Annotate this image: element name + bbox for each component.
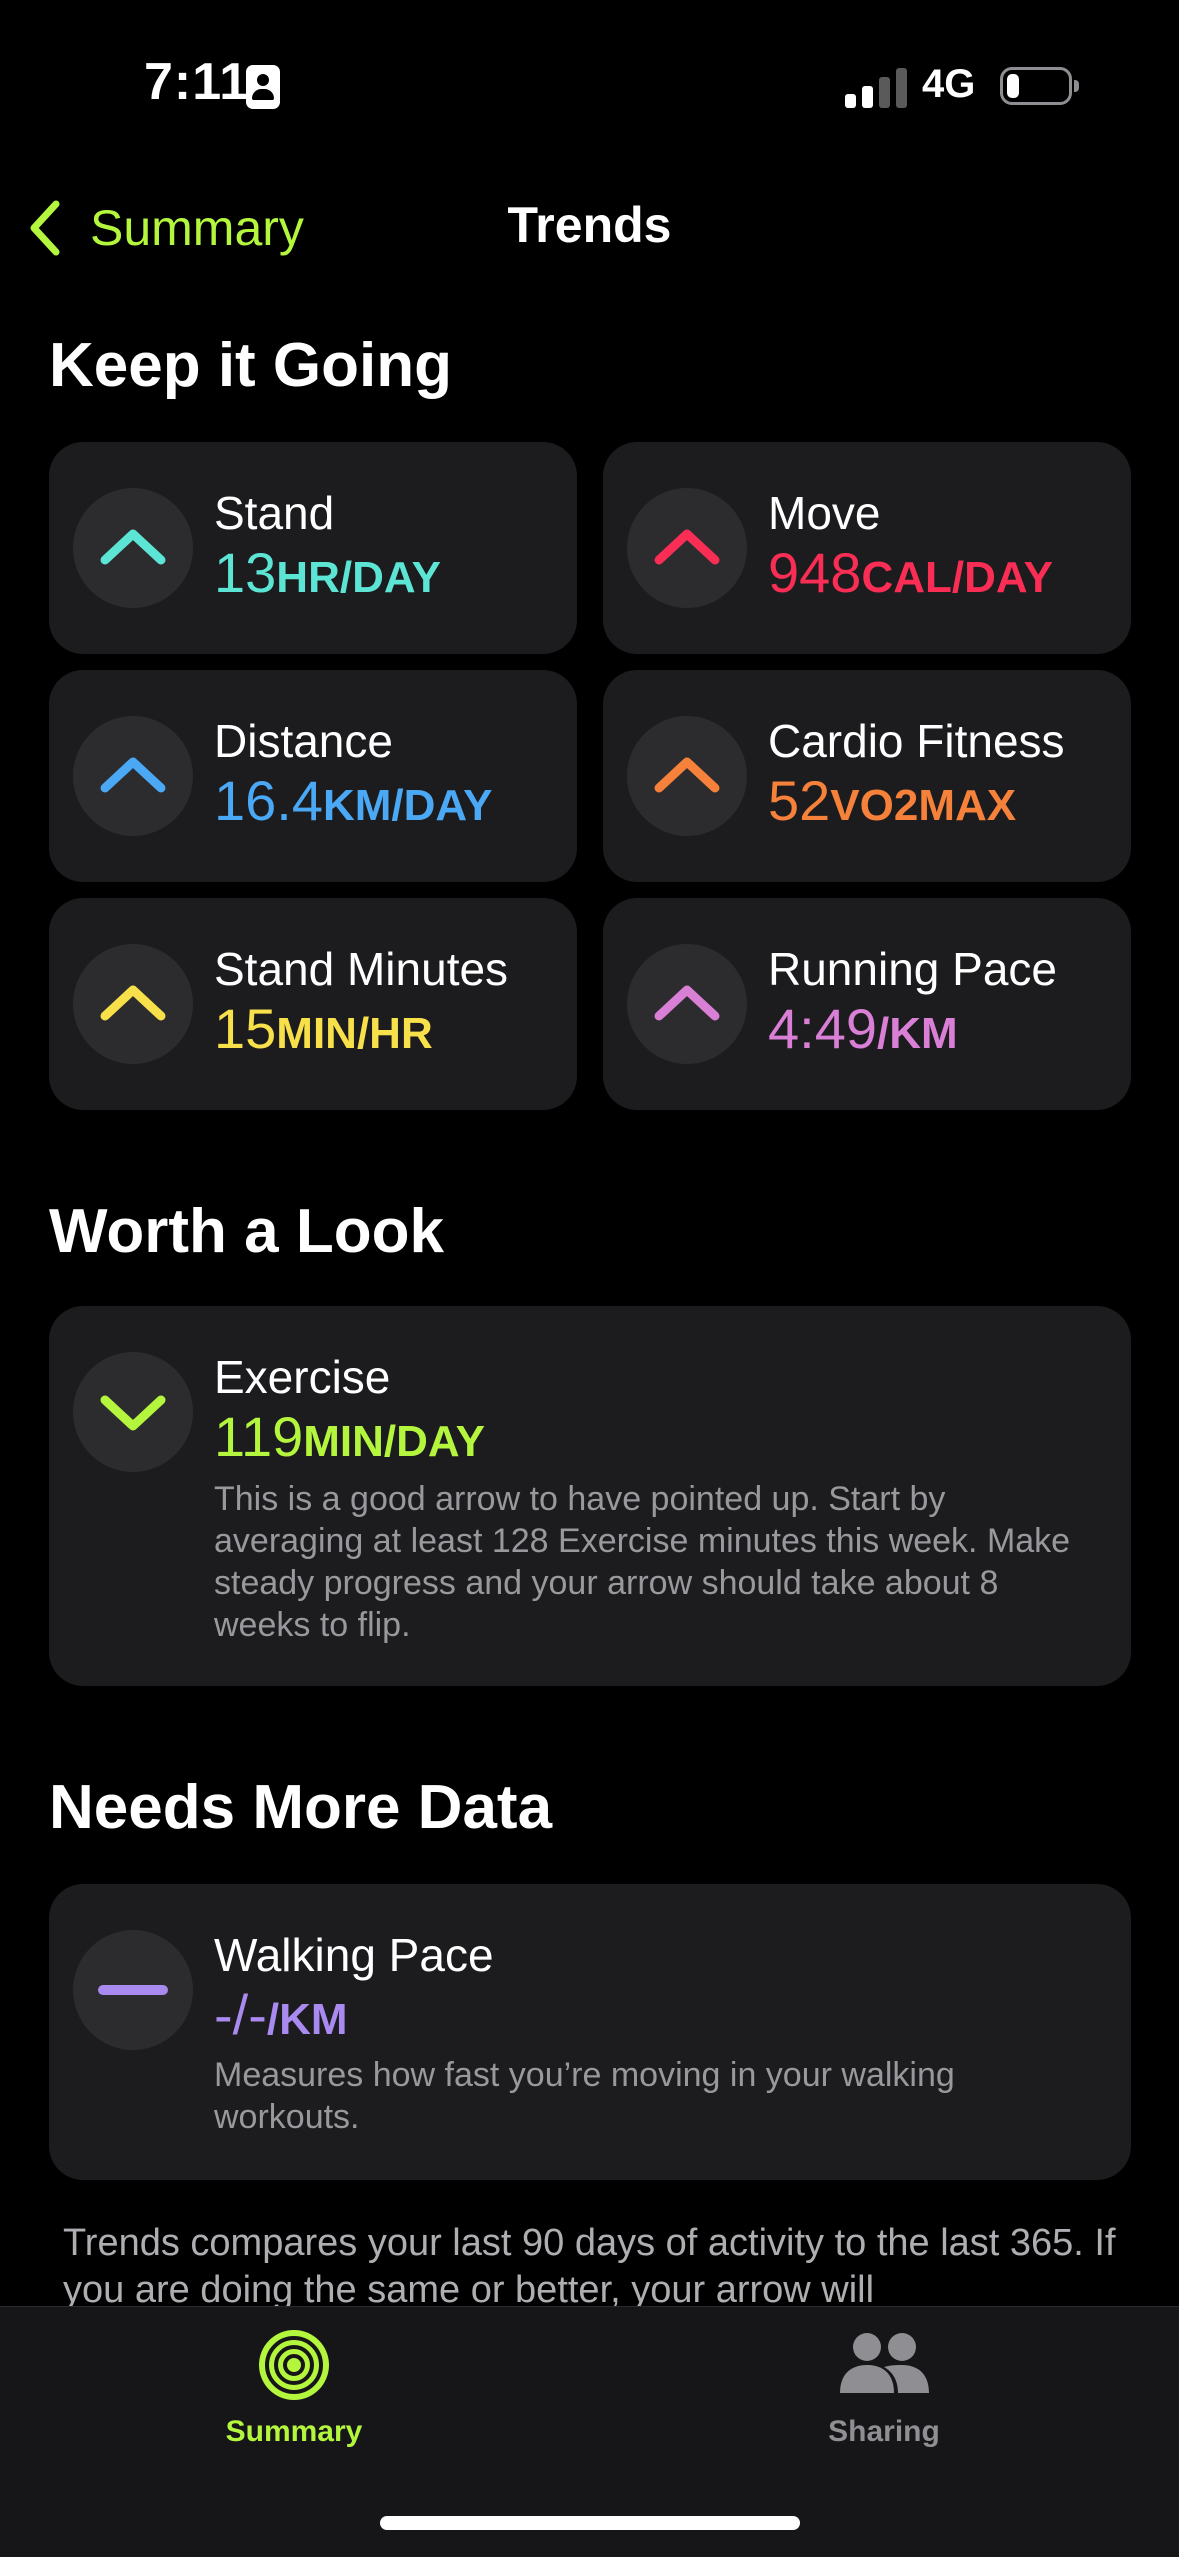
- move-trend-card[interactable]: Move 948CAL/DAY: [603, 442, 1131, 654]
- stand-arrow-circle: [73, 488, 193, 608]
- stand-trend-card[interactable]: Stand 13HR/DAY: [49, 442, 577, 654]
- network-type: 4G: [922, 62, 976, 106]
- exercise-description: This is a good arrow to have pointed up.…: [214, 1480, 1071, 1644]
- move-label: Move: [768, 487, 881, 539]
- distance-trend-card[interactable]: Distance 16.4KM/DAY: [49, 670, 577, 882]
- stand-value-number: 13: [214, 541, 277, 604]
- contact-card-icon: [246, 65, 280, 109]
- walking-pace-arrow-circle: [73, 1930, 193, 2050]
- walking-pace-value-unit: /KM: [266, 1995, 348, 2044]
- people-icon: [840, 2333, 929, 2393]
- running-pace-value: 4:49/KM: [768, 996, 958, 1061]
- move-arrow-circle: [627, 488, 747, 608]
- distance-value: 16.4KM/DAY: [214, 768, 493, 833]
- tab-summary[interactable]: Summary: [144, 2327, 444, 2477]
- running-pace-value-number: 4:49: [768, 997, 877, 1060]
- distance-label: Distance: [214, 715, 393, 767]
- running-pace-trend-card[interactable]: Running Pace 4:49/KM: [603, 898, 1131, 1110]
- running-pace-label: Running Pace: [768, 943, 1057, 995]
- chevron-up-icon: [654, 757, 720, 793]
- chevron-up-icon: [100, 757, 166, 793]
- home-indicator: [380, 2516, 800, 2530]
- stand-minutes-trend-card[interactable]: Stand Minutes 15MIN/HR: [49, 898, 577, 1110]
- section-title-worth-a-look: Worth a Look: [49, 1197, 444, 1266]
- trends-footnote: Trends compares your last 90 days of act…: [63, 2222, 1116, 2311]
- move-value-number: 948: [768, 541, 862, 604]
- cardio-fitness-value: 52VO2MAX: [768, 768, 1016, 833]
- chevron-down-icon: [100, 1395, 166, 1431]
- cardio-fitness-value-number: 52: [768, 769, 831, 832]
- walking-pace-description: Measures how fast you’re moving in your …: [214, 2056, 955, 2136]
- running-pace-value-unit: /KM: [877, 1009, 958, 1058]
- move-value-unit: CAL/DAY: [861, 553, 1053, 602]
- activity-rings-icon: [259, 2330, 329, 2400]
- page-title: Trends: [507, 197, 672, 253]
- status-bar: 7:11 4G: [0, 0, 1179, 170]
- stand-value: 13HR/DAY: [214, 540, 441, 605]
- walking-pace-label: Walking Pace: [214, 1929, 494, 1981]
- chevron-up-icon: [654, 529, 720, 565]
- walking-pace-trend-card[interactable]: Walking Pace -/-/KM Measures how fast yo…: [49, 1884, 1131, 2180]
- stand-minutes-value-unit: MIN/HR: [276, 1009, 433, 1058]
- exercise-arrow-circle: [73, 1352, 193, 1472]
- tab-sharing-label: Sharing: [828, 2415, 940, 2448]
- battery-icon: [1000, 67, 1079, 105]
- tab-summary-label: Summary: [225, 2415, 363, 2448]
- chevron-up-icon: [654, 985, 720, 1021]
- section-title-needs-more-data: Needs More Data: [49, 1773, 553, 1842]
- cardio-fitness-label: Cardio Fitness: [768, 715, 1065, 767]
- move-value: 948CAL/DAY: [768, 540, 1053, 605]
- cardio-fitness-arrow-circle: [627, 716, 747, 836]
- stand-value-unit: HR/DAY: [276, 553, 441, 602]
- stand-label: Stand: [214, 487, 335, 539]
- stand-minutes-arrow-circle: [73, 944, 193, 1064]
- stand-minutes-label: Stand Minutes: [214, 943, 509, 995]
- cardio-fitness-trend-card[interactable]: Cardio Fitness 52VO2MAX: [603, 670, 1131, 882]
- running-pace-arrow-circle: [627, 944, 747, 1064]
- walking-pace-value: -/-/KM: [214, 1982, 348, 2047]
- distance-arrow-circle: [73, 716, 193, 836]
- status-time: 7:11: [144, 53, 250, 111]
- tab-sharing[interactable]: Sharing: [734, 2327, 1034, 2477]
- dash-icon: [98, 1985, 168, 1995]
- exercise-label: Exercise: [214, 1351, 391, 1403]
- distance-value-unit: KM/DAY: [323, 781, 493, 830]
- section-title-keep-going: Keep it Going: [49, 331, 452, 400]
- walking-pace-value-number: -/-: [214, 1983, 267, 2046]
- chevron-up-icon: [100, 529, 166, 565]
- stand-minutes-value: 15MIN/HR: [214, 996, 433, 1061]
- cellular-signal-icon: [845, 66, 907, 108]
- exercise-value-number: 119: [214, 1405, 304, 1468]
- chevron-up-icon: [100, 985, 166, 1021]
- distance-value-number: 16.4: [214, 769, 323, 832]
- exercise-trend-card[interactable]: Exercise 119MIN/DAY This is a good arrow…: [49, 1306, 1131, 1686]
- stand-minutes-value-number: 15: [214, 997, 277, 1060]
- exercise-value: 119MIN/DAY: [214, 1404, 485, 1469]
- cardio-fitness-value-unit: VO2MAX: [830, 781, 1017, 830]
- exercise-value-unit: MIN/DAY: [303, 1417, 486, 1466]
